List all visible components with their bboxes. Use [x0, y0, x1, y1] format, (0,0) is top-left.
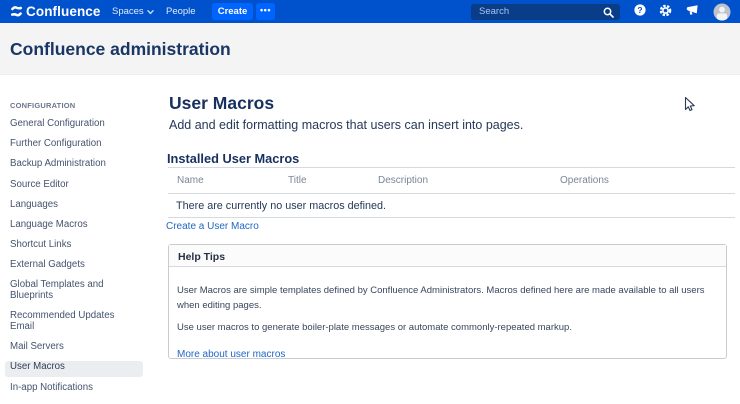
svg-text:?: ?: [637, 5, 642, 15]
